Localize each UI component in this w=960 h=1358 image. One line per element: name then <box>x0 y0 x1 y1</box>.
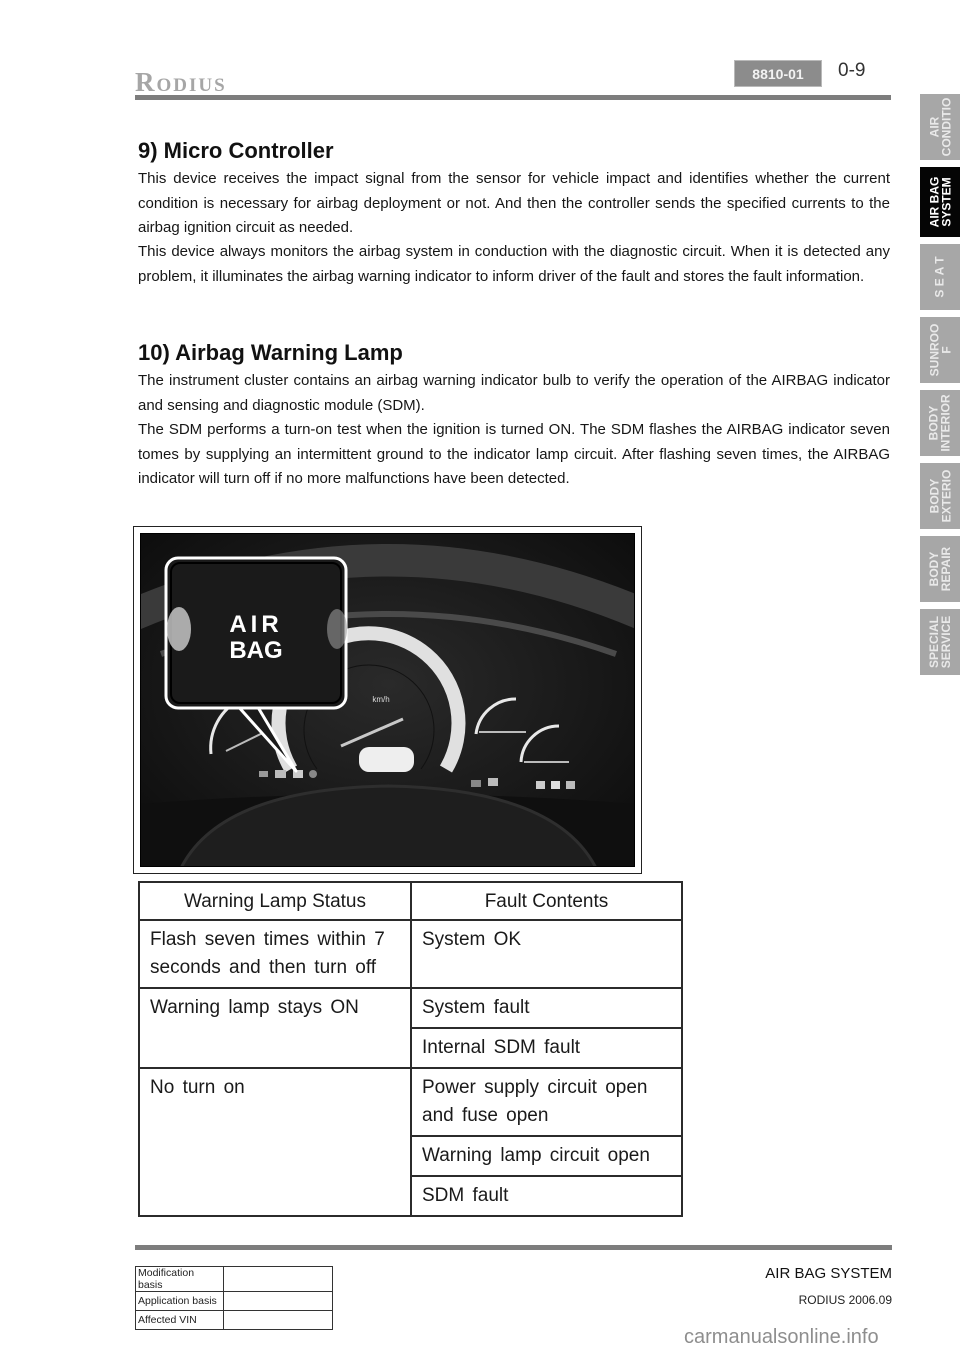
side-tab-label: BODY INTERIOR <box>927 394 953 452</box>
page-number: 0-9 <box>838 60 866 81</box>
header-warning-lamp-status: Warning Lamp Status <box>138 881 412 921</box>
side-tab-label: SUNROO F <box>927 323 954 377</box>
instrument-cluster-figure: km/h AIR BAG <box>133 526 642 874</box>
speedometer-unit: km/h <box>372 695 389 704</box>
fault-cell: Warning lamp circuit open <box>410 1135 683 1177</box>
micro-controller-paragraph-2: This device always monitors the airbag s… <box>138 243 890 285</box>
meta-value <box>223 1266 333 1292</box>
table-row: Warning lamp stays ON System fault <box>138 987 683 1069</box>
fault-cell: System fault <box>410 987 683 1029</box>
header-divider <box>135 95 891 100</box>
warning-lamp-paragraph-2: The SDM performs a turn-on test when the… <box>138 421 890 487</box>
fault-table: Warning Lamp Status Fault Contents Flash… <box>138 881 683 1217</box>
table-row: Flash seven times within 7 seconds and t… <box>138 919 683 989</box>
meta-row: Application basis <box>135 1291 333 1311</box>
watermark-link[interactable]: carmanualsonline.info <box>684 1326 879 1349</box>
status-cell: Flash seven times within 7 seconds and t… <box>138 919 412 989</box>
meta-label: Modification basis <box>135 1266 224 1292</box>
callout-text-bag: BAG <box>229 637 282 664</box>
meta-row: Modification basis <box>135 1266 333 1292</box>
side-tab-sunroof[interactable]: SUNROO F <box>920 317 960 383</box>
side-tab-label: SPECIAL SERVICE <box>927 615 953 669</box>
side-tab-seat[interactable]: S E A T <box>920 244 960 310</box>
meta-label: Affected VIN <box>135 1310 224 1330</box>
side-tab-special-service[interactable]: SPECIAL SERVICE <box>920 609 960 675</box>
section-heading-micro-controller: 9) Micro Controller <box>138 138 334 163</box>
instrument-cluster-photo: km/h AIR BAG <box>140 533 635 867</box>
meta-value <box>223 1310 333 1330</box>
section-code-badge: 8810-01 <box>734 60 822 87</box>
meta-row: Affected VIN <box>135 1310 333 1330</box>
table-row: No turn on Power supply circuit open and… <box>138 1067 683 1217</box>
fault-cell: SDM fault <box>410 1175 683 1217</box>
meta-value <box>223 1291 333 1311</box>
side-tab-label: S E A T <box>933 256 947 298</box>
instrument-cluster-illustration: km/h AIR BAG <box>141 534 634 866</box>
section-heading-airbag-warning-lamp: 10) Airbag Warning Lamp <box>138 340 403 365</box>
fault-table-header-row: Warning Lamp Status Fault Contents <box>138 881 683 921</box>
side-tab-label: BODY EXTERIO <box>927 469 953 523</box>
header-fault-contents: Fault Contents <box>410 881 683 921</box>
revision-info-table: Modification basis Application basis Aff… <box>135 1266 333 1330</box>
status-cell: No turn on <box>138 1067 412 1217</box>
meta-label: Application basis <box>135 1291 224 1311</box>
side-tab-label: AIR CONDITIO <box>927 97 954 157</box>
side-tab-body-interior[interactable]: BODY INTERIOR <box>920 390 960 456</box>
odometer-display <box>359 747 414 772</box>
fault-cell: Internal SDM fault <box>410 1027 683 1069</box>
footer-model-date: RODIUS 2006.09 <box>798 1293 892 1307</box>
footer-divider <box>135 1245 892 1250</box>
fault-cell: Power supply circuit open and fuse open <box>410 1067 683 1137</box>
side-tab-air-conditioning[interactable]: AIR CONDITIO <box>920 94 960 160</box>
footer-section-title: AIR BAG SYSTEM <box>765 1265 892 1282</box>
warning-lamp-paragraph-1: The instrument cluster contains an airba… <box>138 372 890 414</box>
side-tab-label: AIR BAG SYSTEM <box>927 176 954 228</box>
micro-controller-paragraph-1: This device receives the impact signal f… <box>138 170 890 236</box>
fault-cell: System OK <box>410 919 683 989</box>
brand-logo: Rodius <box>135 67 227 97</box>
side-tab-body-exterior[interactable]: BODY EXTERIO <box>920 463 960 529</box>
side-tab-label: BODY REPAIR <box>927 546 954 592</box>
callout-text-air: AIR <box>229 611 282 638</box>
status-cell: Warning lamp stays ON <box>138 987 412 1069</box>
side-tab-air-bag-system[interactable]: AIR BAG SYSTEM <box>920 167 960 237</box>
side-tab-body-repair[interactable]: BODY REPAIR <box>920 536 960 602</box>
